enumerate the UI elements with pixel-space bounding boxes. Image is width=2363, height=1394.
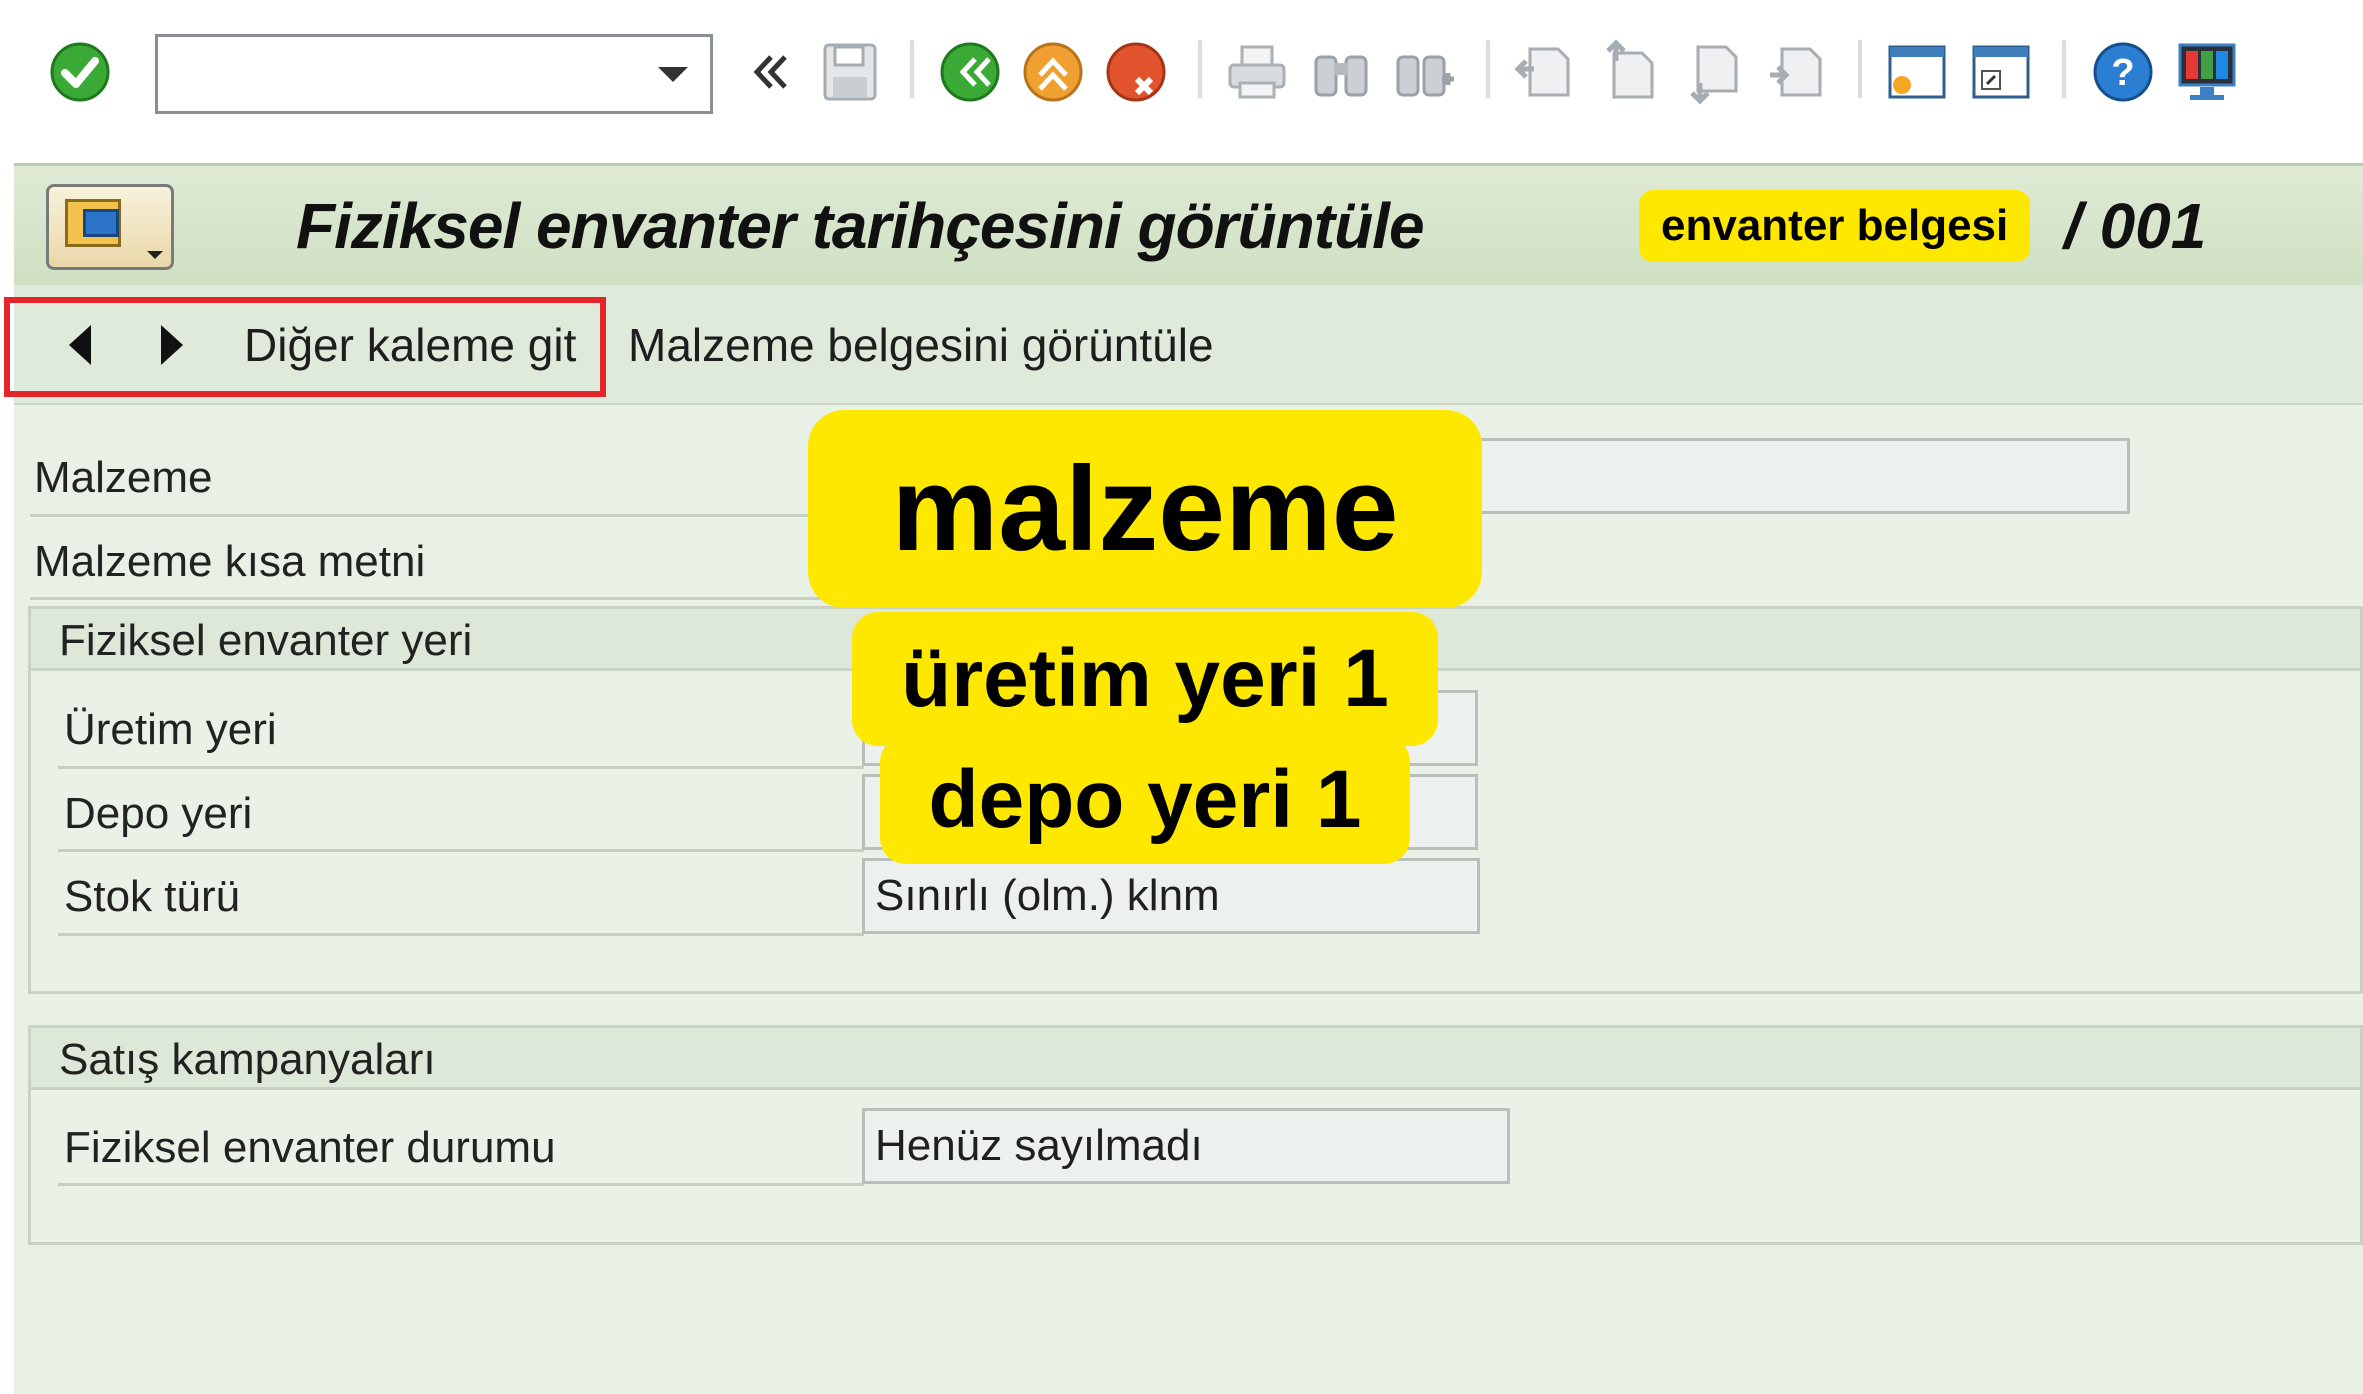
arrow-right-icon <box>161 325 183 365</box>
row-divider <box>58 849 864 852</box>
menu-icon[interactable] <box>46 184 174 270</box>
group-title: Satış kampanyaları <box>59 1035 436 1084</box>
storage-value-overlay: depo yeri 1 <box>880 736 1410 864</box>
group-title: Fiziksel envanter yeri <box>59 616 473 665</box>
system-toolbar: ? <box>0 0 2363 135</box>
exit-icon[interactable] <box>935 34 1005 110</box>
find-icon[interactable] <box>1306 34 1376 110</box>
up-icon[interactable] <box>1018 34 1088 110</box>
create-session-icon[interactable] <box>1882 34 1952 110</box>
row-divider <box>58 1183 864 1186</box>
cancel-icon[interactable] <box>1101 34 1171 110</box>
material-value-overlay: malzeme <box>808 410 1482 608</box>
title-item-number: / 001 <box>2064 190 2207 262</box>
save-icon[interactable] <box>815 34 885 110</box>
toolbar-separator <box>1198 40 1202 98</box>
plant-value-overlay: üretim yeri 1 <box>852 612 1438 746</box>
arrow-left-icon <box>69 325 91 365</box>
page-title: Fiziksel envanter tarihçesini görüntüle <box>296 190 1425 262</box>
next-page-icon[interactable] <box>1678 34 1748 110</box>
plant-label: Üretim yeri <box>64 705 277 754</box>
group-header: Satış kampanyaları <box>31 1028 2360 1090</box>
stock-type-label: Stok türü <box>64 872 241 921</box>
customize-layout-icon[interactable] <box>2172 34 2242 110</box>
first-page-icon[interactable] <box>1510 34 1580 110</box>
help-icon[interactable]: ? <box>2088 34 2158 110</box>
command-field[interactable] <box>155 34 713 114</box>
material-label: Malzeme <box>34 453 213 502</box>
svg-text:?: ? <box>2111 52 2134 94</box>
create-shortcut-icon[interactable] <box>1966 34 2036 110</box>
row-divider <box>30 514 860 517</box>
row-divider <box>58 933 864 936</box>
material-short-text-label: Malzeme kısa metni <box>34 537 426 586</box>
row-divider <box>30 597 860 600</box>
enter-icon[interactable] <box>45 34 115 110</box>
stock-type-field[interactable]: Sınırlı (olm.) klnm <box>862 858 1480 934</box>
row-divider <box>58 766 864 769</box>
last-page-icon[interactable] <box>1762 34 1832 110</box>
toolbar-separator <box>1486 40 1490 98</box>
inventory-status-label: Fiziksel envanter durumu <box>64 1123 556 1172</box>
toolbar-separator <box>1858 40 1862 98</box>
back-icon[interactable] <box>733 34 803 110</box>
storage-location-label: Depo yeri <box>64 789 253 838</box>
print-icon[interactable] <box>1222 34 1292 110</box>
previous-item-button[interactable] <box>60 318 100 372</box>
previous-page-icon[interactable] <box>1594 34 1664 110</box>
next-item-button[interactable] <box>152 318 192 372</box>
title-bar: Fiziksel envanter tarihçesini görüntüle … <box>14 163 2363 285</box>
goto-other-item-button[interactable]: Diğer kaleme git <box>244 312 576 378</box>
toolbar-separator <box>2062 40 2066 98</box>
find-next-icon[interactable] <box>1390 34 1460 110</box>
title-document-badge: envanter belgesi <box>1639 190 2031 262</box>
show-material-document-button[interactable]: Malzeme belgesini görüntüle <box>628 312 1214 378</box>
toolbar-separator <box>910 40 914 98</box>
chevron-down-icon[interactable] <box>658 67 688 82</box>
inventory-status-field[interactable]: Henüz sayılmadı <box>862 1108 1510 1184</box>
